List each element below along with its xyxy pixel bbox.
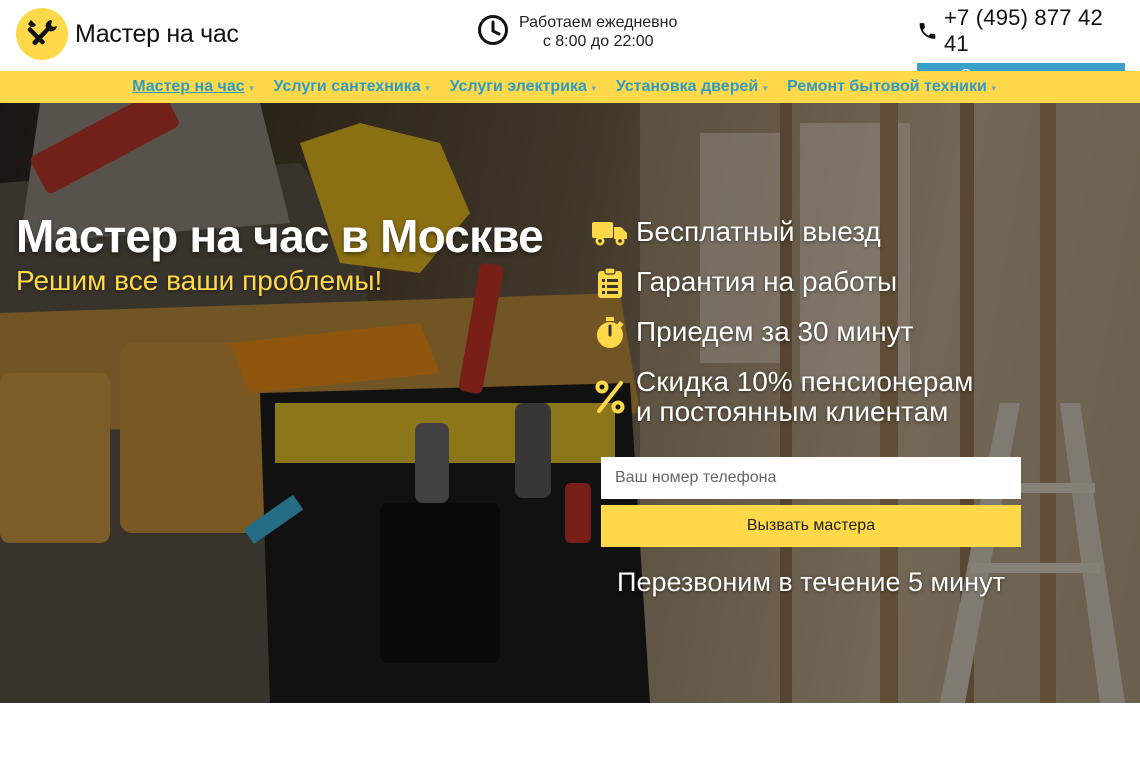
hero-subtitle: Решим все ваши проблемы!: [16, 265, 383, 296]
feature-text: Скидка 10% пенсионерам и постоянным клие…: [636, 366, 974, 427]
nav-item-electrician[interactable]: Услуги электрика ▼: [450, 78, 598, 96]
stopwatch-icon: [592, 316, 628, 348]
main-nav: Мастер на час ▼ Услуги сантехника ▼ Услу…: [0, 71, 1140, 103]
hours-line-1: Работаем ежедневно: [519, 14, 678, 31]
hero-section: Мастер на час в Москве Решим все ваши пр…: [0, 103, 1140, 703]
hours-text: Работаем ежедневно с 8:00 до 22:00: [519, 13, 677, 51]
nav-item-label: Услуги сантехника: [273, 78, 421, 95]
phone-link[interactable]: +7 (495) 877 42 41: [917, 5, 1125, 57]
site-header: Мастер на час Работаем ежедневно с 8:00 …: [0, 0, 1140, 88]
tools-logo-icon: [16, 8, 68, 60]
caret-down-icon: ▼: [761, 84, 770, 93]
logo[interactable]: Мастер на час: [16, 8, 239, 60]
nav-item-label: Мастер на час: [132, 78, 245, 95]
feature-item: Бесплатный выезд: [592, 217, 1032, 248]
logo-text: Мастер на час: [75, 19, 239, 48]
feature-text: Приедем за 30 минут: [636, 316, 914, 347]
nav-item-appliance-repair[interactable]: Ремонт бытовой техники ▼: [787, 78, 998, 96]
callback-note: Перезвоним в течение 5 минут: [617, 567, 1005, 597]
clipboard-icon: [592, 266, 628, 298]
nav-item-plumbing[interactable]: Услуги сантехника ▼: [274, 78, 432, 96]
feature-text: Бесплатный выезд: [636, 216, 881, 247]
hero-title: Мастер на час в Москве: [16, 210, 544, 262]
feature-item: Скидка 10% пенсионерам и постоянным клие…: [592, 367, 1032, 427]
phone-icon: [919, 23, 936, 39]
nav-item-master[interactable]: Мастер на час ▼: [132, 78, 255, 96]
nav-item-label: Услуги электрика: [449, 78, 587, 95]
caret-down-icon: ▼: [589, 84, 598, 93]
nav-item-label: Ремонт бытовой техники: [787, 78, 987, 95]
phone-input[interactable]: [601, 457, 1021, 499]
nav-item-label: Установка дверей: [615, 78, 759, 95]
phone-number: +7 (495) 877 42 41: [943, 5, 1103, 56]
clock-icon: [477, 14, 509, 51]
caret-down-icon: ▼: [989, 84, 998, 93]
caret-down-icon: ▼: [247, 84, 256, 93]
hours-line-2: с 8:00 до 22:00: [542, 33, 654, 50]
truck-icon: [592, 217, 628, 248]
caret-down-icon: ▼: [423, 84, 432, 93]
working-hours: Работаем ежедневно с 8:00 до 22:00: [477, 13, 677, 51]
nav-item-doors[interactable]: Установка дверей ▼: [616, 78, 769, 96]
feature-item: Приедем за 30 минут: [592, 316, 1032, 348]
call-master-button[interactable]: Вызвать мастера: [601, 505, 1021, 547]
features-list: Бесплатный выезд Гарантия на работы Прие…: [592, 217, 1032, 446]
feature-text: Гарантия на работы: [636, 266, 898, 297]
feature-item: Гарантия на работы: [592, 267, 1032, 298]
percent-icon: [592, 367, 628, 427]
